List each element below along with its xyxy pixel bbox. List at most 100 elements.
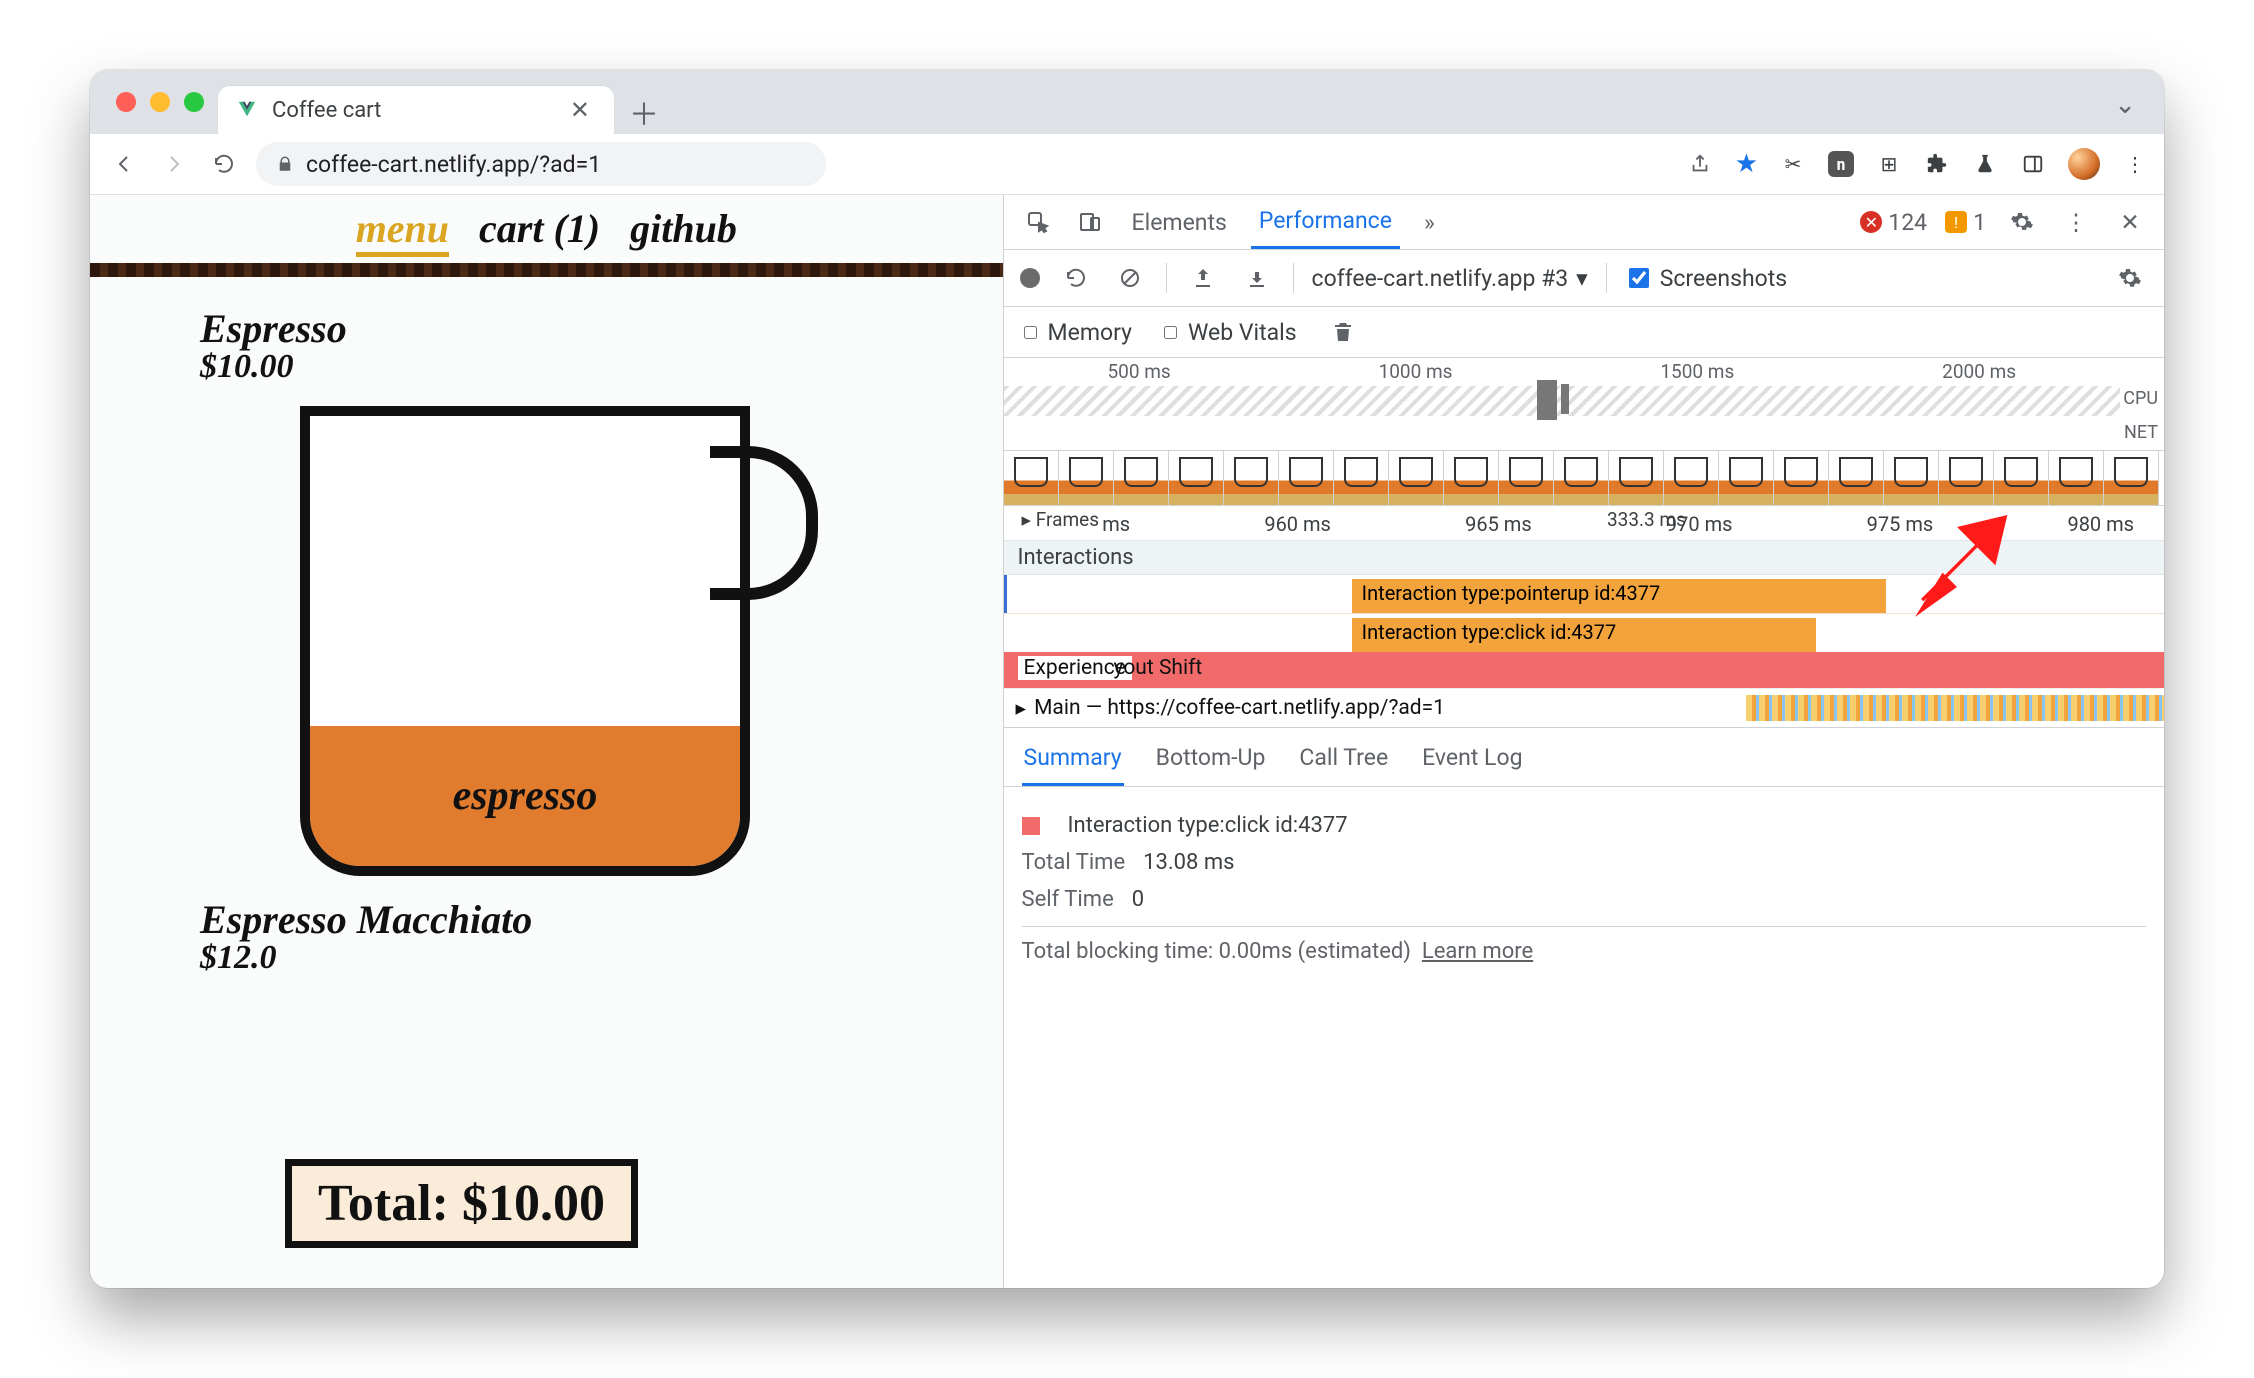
experience-track[interactable]: Experience yout Shift bbox=[1004, 652, 2164, 688]
chrome-menu-icon[interactable]: ⋮ bbox=[2122, 151, 2148, 177]
filmstrip-thumb[interactable] bbox=[1114, 451, 1169, 505]
filmstrip-thumb[interactable] bbox=[1939, 451, 1994, 505]
memory-checkbox[interactable]: Memory bbox=[1020, 319, 1132, 346]
learn-more-link[interactable]: Learn more bbox=[1422, 939, 1533, 964]
filmstrip-thumb[interactable] bbox=[2104, 451, 2159, 505]
omnibox[interactable]: coffee-cart.netlify.app/?ad=1 bbox=[256, 142, 826, 186]
cart-total-badge[interactable]: Total: $10.00 bbox=[285, 1159, 638, 1248]
sidepanel-icon[interactable] bbox=[2020, 151, 2046, 177]
error-count-badge[interactable]: ✕124 bbox=[1860, 209, 1927, 236]
tabs-menu-icon[interactable]: ⌄ bbox=[2114, 90, 2136, 120]
extension-grid-icon[interactable]: ⊞ bbox=[1876, 151, 1902, 177]
devtools-panel: Elements Performance » ✕124 !1 ⋮ ✕ bbox=[1004, 195, 2164, 1288]
minimize-window-icon[interactable] bbox=[150, 92, 170, 112]
new-tab-button[interactable]: ＋ bbox=[622, 90, 666, 134]
capture-settings-icon[interactable] bbox=[2112, 260, 2148, 296]
product-name: Espresso Macchiato bbox=[200, 896, 1003, 943]
device-toolbar-icon[interactable] bbox=[1072, 204, 1108, 240]
devtools-tabbar: Elements Performance » ✕124 !1 ⋮ ✕ bbox=[1004, 195, 2164, 250]
summary-color-chip bbox=[1022, 817, 1040, 835]
filmstrip-thumb[interactable] bbox=[1334, 451, 1389, 505]
recording-select[interactable]: coffee-cart.netlify.app #3 ▾ bbox=[1312, 265, 1588, 292]
zoom-window-icon[interactable] bbox=[184, 92, 204, 112]
overview-timeline[interactable]: 500 ms 1000 ms 1500 ms 2000 ms CPU NET bbox=[1004, 358, 2164, 451]
tab-performance[interactable]: Performance bbox=[1251, 195, 1400, 249]
share-icon[interactable] bbox=[1687, 151, 1713, 177]
tab-summary[interactable]: Summary bbox=[1022, 738, 1124, 786]
profile-avatar[interactable] bbox=[2068, 148, 2100, 180]
interactions-track-label[interactable]: Interactions bbox=[1004, 540, 2164, 575]
expand-icon[interactable]: ▸ bbox=[1016, 696, 1027, 721]
webvitals-checkbox[interactable]: Web Vitals bbox=[1160, 319, 1297, 346]
nav-github[interactable]: github bbox=[630, 205, 737, 257]
filmstrip-thumb[interactable] bbox=[1169, 451, 1224, 505]
filmstrip-thumb[interactable] bbox=[1719, 451, 1774, 505]
product-price: $12.0 bbox=[200, 939, 1003, 977]
devtools-kebab-icon[interactable]: ⋮ bbox=[2058, 204, 2094, 240]
scissors-icon[interactable]: ✂︎ bbox=[1780, 151, 1806, 177]
filmstrip-thumb[interactable] bbox=[1389, 451, 1444, 505]
lock-icon bbox=[276, 155, 294, 173]
devtools-settings-icon[interactable] bbox=[2004, 204, 2040, 240]
tab-eventlog[interactable]: Event Log bbox=[1420, 738, 1524, 786]
filmstrip-thumb[interactable] bbox=[1499, 451, 1554, 505]
save-profile-icon[interactable] bbox=[1239, 260, 1275, 296]
extensions-puzzle-icon[interactable] bbox=[1924, 151, 1950, 177]
forward-button[interactable] bbox=[156, 146, 192, 182]
garbage-collect-icon[interactable] bbox=[1325, 314, 1361, 350]
labs-flask-icon[interactable] bbox=[1972, 151, 1998, 177]
tab-calltree[interactable]: Call Tree bbox=[1297, 738, 1390, 786]
total-prefix: Total: bbox=[318, 1175, 462, 1232]
ruler-tick: 960 ms bbox=[1264, 512, 1331, 536]
ruler-tick: 975 ms bbox=[1867, 512, 1934, 536]
interaction-bar-pointerup[interactable]: Interaction type:pointerup id:4377 bbox=[1352, 579, 1886, 613]
flame-chart[interactable]: ▸ Frames 333.3 ms 955 ms 960 ms 965 ms 9… bbox=[1004, 506, 2164, 728]
filmstrip-thumb[interactable] bbox=[1884, 451, 1939, 505]
nav-menu[interactable]: menu bbox=[356, 205, 449, 257]
tab-bottomup[interactable]: Bottom-Up bbox=[1154, 738, 1268, 786]
overview-tick: 1000 ms bbox=[1379, 360, 1453, 383]
filmstrip-thumb[interactable] bbox=[2049, 451, 2104, 505]
filmstrip-thumb[interactable] bbox=[1774, 451, 1829, 505]
devtools-close-icon[interactable]: ✕ bbox=[2112, 204, 2148, 240]
filmstrip-thumb[interactable] bbox=[1994, 451, 2049, 505]
tbt-text: Total blocking time: 0.00ms (estimated) bbox=[1022, 939, 1411, 964]
filmstrip-thumb[interactable] bbox=[1444, 451, 1499, 505]
overview-tick: 1500 ms bbox=[1660, 360, 1734, 383]
close-tab-icon[interactable]: ✕ bbox=[570, 96, 590, 124]
filmstrip-thumb[interactable] bbox=[1224, 451, 1279, 505]
coffee-cup-illustration[interactable]: espresso bbox=[300, 406, 760, 856]
reload-record-icon[interactable] bbox=[1058, 260, 1094, 296]
tab-elements[interactable]: Elements bbox=[1124, 197, 1235, 248]
close-window-icon[interactable] bbox=[116, 92, 136, 112]
nav-cart[interactable]: cart (1) bbox=[479, 205, 600, 257]
screenshot-filmstrip[interactable] bbox=[1004, 451, 2164, 506]
back-button[interactable] bbox=[106, 146, 142, 182]
record-button[interactable] bbox=[1020, 268, 1040, 288]
tab-more[interactable]: » bbox=[1416, 197, 1443, 248]
details-tabbar: Summary Bottom-Up Call Tree Event Log bbox=[1004, 728, 2164, 787]
interaction-bar-click[interactable]: Interaction type:click id:4377 bbox=[1352, 618, 1816, 652]
reload-button[interactable] bbox=[206, 146, 242, 182]
main-thread-track[interactable]: ▸ Main — https://coffee-cart.netlify.app… bbox=[1004, 688, 2164, 727]
load-profile-icon[interactable] bbox=[1185, 260, 1221, 296]
filmstrip-thumb[interactable] bbox=[1059, 451, 1114, 505]
filmstrip-thumb[interactable] bbox=[1004, 451, 1059, 505]
clear-icon[interactable] bbox=[1112, 260, 1148, 296]
inspect-element-icon[interactable] bbox=[1020, 204, 1056, 240]
filmstrip-thumb[interactable] bbox=[1554, 451, 1609, 505]
chevron-down-icon: ▾ bbox=[1576, 265, 1588, 292]
screenshots-checkbox[interactable]: Screenshots bbox=[1625, 265, 1787, 292]
total-value: $10.00 bbox=[462, 1175, 605, 1232]
extension-n-icon[interactable]: n bbox=[1828, 151, 1854, 177]
filmstrip-thumb[interactable] bbox=[1279, 451, 1334, 505]
filmstrip-thumb[interactable] bbox=[1609, 451, 1664, 505]
interactions-track: Interactions Interaction type:pointerup … bbox=[1004, 540, 2164, 652]
overview-cpu-label: CPU bbox=[2123, 388, 2158, 409]
warning-count-badge[interactable]: !1 bbox=[1945, 209, 1986, 236]
tab-title: Coffee cart bbox=[272, 98, 381, 123]
bookmark-star-icon[interactable]: ★ bbox=[1735, 149, 1758, 179]
filmstrip-thumb[interactable] bbox=[1664, 451, 1719, 505]
filmstrip-thumb[interactable] bbox=[1829, 451, 1884, 505]
browser-tab[interactable]: Coffee cart ✕ bbox=[218, 86, 614, 134]
